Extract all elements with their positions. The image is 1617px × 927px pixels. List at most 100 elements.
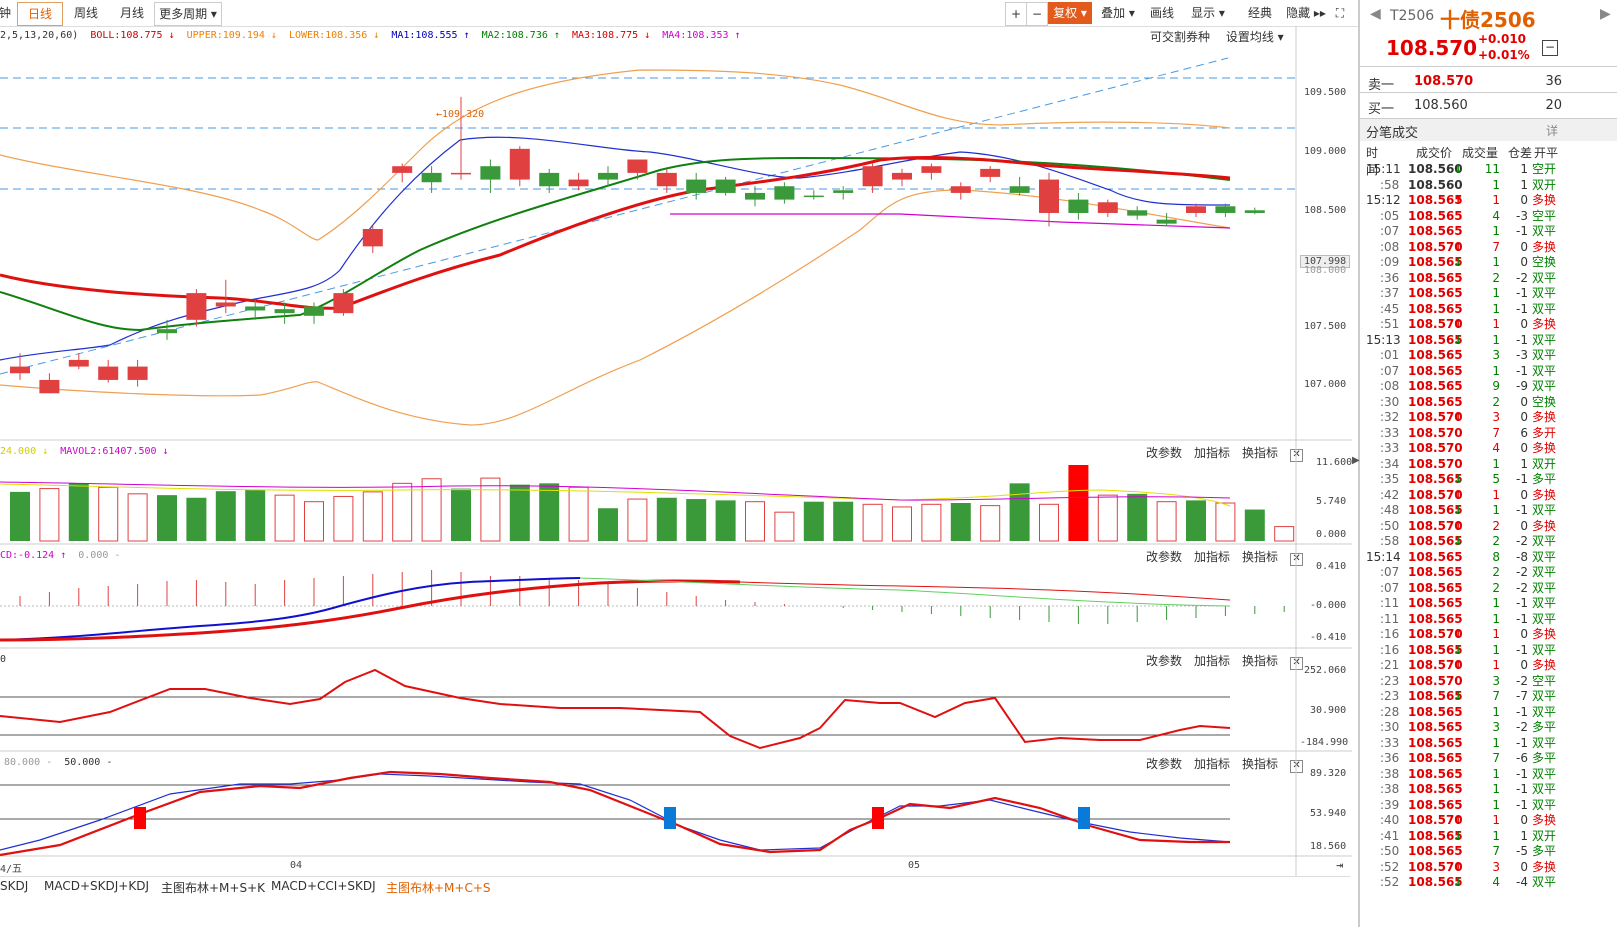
volume-bar[interactable] xyxy=(1215,502,1236,542)
candle-body[interactable] xyxy=(480,166,501,180)
candle-body[interactable] xyxy=(509,148,530,180)
volume-bar[interactable] xyxy=(1156,501,1177,542)
candle-body[interactable] xyxy=(1186,206,1206,213)
candle-body[interactable] xyxy=(803,195,824,198)
volume-bar[interactable] xyxy=(392,482,413,542)
candle-body[interactable] xyxy=(1156,219,1177,224)
volume-bar[interactable] xyxy=(215,491,236,541)
candle-body[interactable] xyxy=(392,166,413,173)
volume-bar[interactable] xyxy=(245,489,266,541)
volume-bar[interactable] xyxy=(656,497,677,541)
volume-bar[interactable] xyxy=(68,483,89,541)
volume-bar[interactable] xyxy=(1186,500,1206,541)
template-tab[interactable]: MACD+SKDJ+KDJ xyxy=(44,879,149,893)
volume-bar[interactable] xyxy=(1039,503,1059,542)
volume-bar[interactable] xyxy=(1097,494,1118,542)
volume-bar[interactable] xyxy=(862,503,883,542)
volume-bar[interactable] xyxy=(509,484,530,541)
template-tab[interactable]: MACD+CCI+SKDJ xyxy=(271,879,376,893)
panel-toggle-icon[interactable]: ▶ xyxy=(1352,455,1360,466)
candle-body[interactable] xyxy=(950,186,971,193)
candle-body[interactable] xyxy=(1039,179,1059,213)
volume-bar[interactable] xyxy=(421,478,442,542)
volume-bar[interactable] xyxy=(833,501,854,541)
candle-body[interactable] xyxy=(568,179,589,187)
candle-body[interactable] xyxy=(862,166,883,187)
volume-bar[interactable] xyxy=(892,506,912,542)
candle-body[interactable] xyxy=(274,309,295,314)
candle-body[interactable] xyxy=(127,366,148,380)
volume-bar[interactable] xyxy=(10,491,30,541)
prev-contract-icon[interactable]: ◀ xyxy=(1370,6,1381,22)
candle-body[interactable] xyxy=(421,172,442,183)
candle-body[interactable] xyxy=(1244,210,1265,213)
detail-button[interactable]: 详 xyxy=(1546,122,1558,139)
volume-bar[interactable] xyxy=(980,505,1001,542)
candle-body[interactable] xyxy=(304,306,324,316)
candle-body[interactable] xyxy=(157,329,177,334)
candle-body[interactable] xyxy=(627,159,648,173)
next-contract-icon[interactable]: ▶ xyxy=(1600,6,1611,22)
template-tab[interactable]: SKDJ xyxy=(0,879,28,893)
candle-body[interactable] xyxy=(98,366,119,380)
volume-bar[interactable] xyxy=(539,483,560,541)
candle-body[interactable] xyxy=(1068,199,1089,213)
candle-body[interactable] xyxy=(892,172,912,180)
volume-bar[interactable] xyxy=(39,488,60,542)
volume-bar[interactable] xyxy=(745,501,765,542)
template-tab-active[interactable]: 主图布林+M+C+S xyxy=(386,879,491,896)
collapse-icon[interactable]: − xyxy=(1542,40,1558,56)
volume-bar[interactable] xyxy=(686,499,707,541)
candle-body[interactable] xyxy=(68,359,89,367)
candle-body[interactable] xyxy=(1009,186,1030,193)
candle-body[interactable] xyxy=(186,293,207,320)
candle-body[interactable] xyxy=(980,168,1001,177)
candle-body[interactable] xyxy=(598,172,618,180)
candle-body[interactable] xyxy=(686,179,707,193)
volume-bar[interactable] xyxy=(333,495,354,542)
volume-bar[interactable] xyxy=(451,488,471,541)
volume-bar[interactable] xyxy=(803,501,824,541)
candle-body[interactable] xyxy=(10,366,30,374)
candle-body[interactable] xyxy=(333,293,354,314)
scroll-right-icon[interactable]: ⇥ xyxy=(1336,858,1343,872)
volume-bar[interactable] xyxy=(1068,465,1089,541)
volume-bar[interactable] xyxy=(1244,509,1265,541)
volume-bar[interactable] xyxy=(627,498,648,542)
candle-body[interactable] xyxy=(745,192,765,200)
volume-bar[interactable] xyxy=(127,493,148,542)
volume-bar[interactable] xyxy=(1274,526,1295,542)
candle-body[interactable] xyxy=(774,186,795,200)
trade-volume: 3 xyxy=(1492,348,1500,362)
volume-bar[interactable] xyxy=(186,497,207,541)
volume-bar[interactable] xyxy=(480,477,501,542)
volume-bar[interactable] xyxy=(1009,483,1030,541)
candle-body[interactable] xyxy=(539,172,560,187)
volume-bar[interactable] xyxy=(715,500,736,541)
volume-bar[interactable] xyxy=(157,495,177,541)
volume-bar[interactable] xyxy=(304,501,324,542)
candle-body[interactable] xyxy=(215,302,236,307)
candle-body[interactable] xyxy=(715,179,736,193)
candle-body[interactable] xyxy=(245,306,266,311)
candle-body[interactable] xyxy=(833,190,854,193)
volume-bar[interactable] xyxy=(362,491,383,542)
candle-body[interactable] xyxy=(1127,210,1148,216)
volume-bar[interactable] xyxy=(950,503,971,541)
candle-body[interactable] xyxy=(1097,202,1118,213)
template-tab[interactable]: 主图布林+M+S+K xyxy=(161,879,265,896)
volume-bar[interactable] xyxy=(568,486,589,542)
candle-body[interactable] xyxy=(451,172,471,175)
volume-bar[interactable] xyxy=(774,511,795,542)
candle-body[interactable] xyxy=(39,379,60,394)
candle-body[interactable] xyxy=(1215,206,1236,213)
kline-chart[interactable]: ←109.320 xyxy=(0,0,1352,876)
candle-body[interactable] xyxy=(921,166,942,173)
candle-body[interactable] xyxy=(362,228,383,247)
volume-bar[interactable] xyxy=(921,503,942,542)
candle-body[interactable] xyxy=(656,172,677,187)
volume-bar[interactable] xyxy=(274,494,295,542)
volume-bar[interactable] xyxy=(98,486,119,542)
volume-bar[interactable] xyxy=(598,508,618,541)
volume-bar[interactable] xyxy=(1127,493,1148,541)
